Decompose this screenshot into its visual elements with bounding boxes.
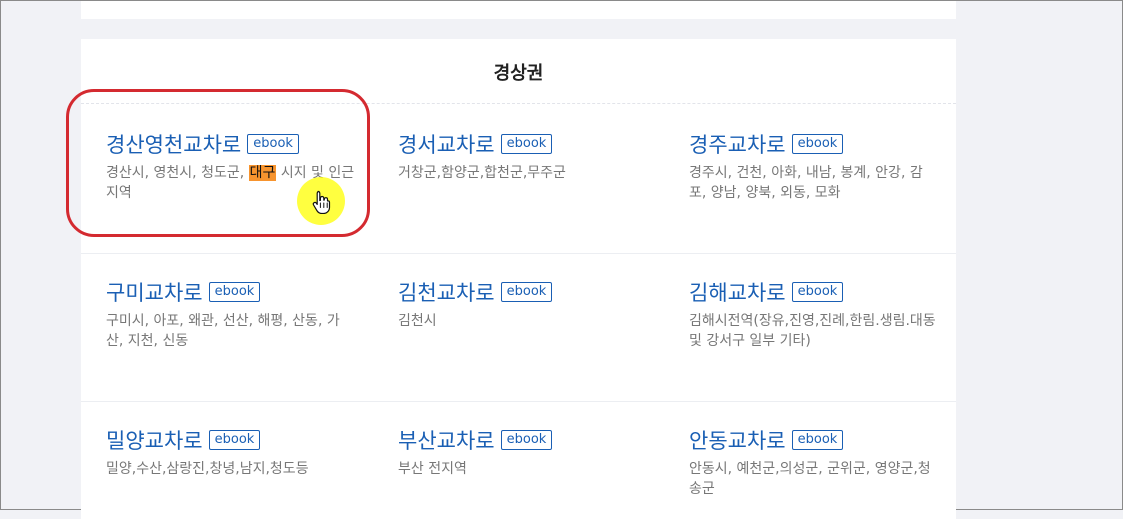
newspaper-link[interactable]: 구미교차로	[106, 277, 203, 307]
newspaper-item: 김해교차로 ebook 김해시전역(장유,진영,진례,한림.생림.대동 및 강서…	[689, 277, 939, 351]
newspaper-link[interactable]: 부산교차로	[398, 425, 495, 455]
newspaper-item: 경주교차로 ebook 경주시, 건천, 아화, 내남, 봉계, 안강, 감포,…	[689, 129, 939, 203]
divider	[81, 253, 956, 254]
newspaper-link[interactable]: 김해교차로	[689, 277, 786, 307]
previous-region-card	[81, 1, 956, 19]
coverage-area-text: 구미시, 아포, 왜관, 선산, 해평, 산동, 가산, 지천, 신동	[106, 313, 340, 349]
coverage-area-text: 부산 전지역	[398, 461, 467, 477]
ebook-button[interactable]: ebook	[791, 134, 844, 154]
coverage-area-text: 밀양,수산,삼랑진,창녕,남지,청도등	[106, 461, 309, 477]
newspaper-link[interactable]: 경서교차로	[398, 129, 495, 159]
newspaper-item: 김천교차로 ebook 김천시	[398, 277, 648, 331]
ebook-button[interactable]: ebook	[791, 430, 844, 450]
newspaper-item: 부산교차로 ebook 부산 전지역	[398, 425, 648, 479]
ebook-button[interactable]: ebook	[208, 282, 261, 302]
newspaper-item: 안동교차로 ebook 안동시, 예천군,의성군, 군위군, 영양군,청송군	[689, 425, 939, 499]
coverage-area-text: 거창군,함양군,합천군,무주군	[398, 165, 566, 181]
newspaper-link[interactable]: 밀양교차로	[106, 425, 203, 455]
newspaper-link[interactable]: 김천교차로	[398, 277, 495, 307]
ebook-button[interactable]: ebook	[791, 282, 844, 302]
newspaper-item: 구미교차로 ebook 구미시, 아포, 왜관, 선산, 해평, 산동, 가산,…	[106, 277, 356, 351]
ebook-button[interactable]: ebook	[500, 134, 553, 154]
newspaper-link[interactable]: 안동교차로	[689, 425, 786, 455]
coverage-area-text: 김해시전역(장유,진영,진례,한림.생림.대동 및 강서구 일부 기타)	[689, 313, 936, 349]
divider	[81, 401, 956, 402]
hand-pointer-icon	[312, 190, 331, 214]
newspaper-item: 경서교차로 ebook 거창군,함양군,합천군,무주군	[398, 129, 648, 183]
coverage-area-text: 안동시, 예천군,의성군, 군위군, 영양군,청송군	[689, 461, 931, 497]
coverage-area-text: 김천시	[398, 313, 437, 329]
region-title: 경상권	[493, 63, 544, 84]
ebook-button[interactable]: ebook	[500, 282, 553, 302]
ebook-button[interactable]: ebook	[500, 430, 553, 450]
coverage-area-text: 경주시, 건천, 아화, 내남, 봉계, 안강, 감포, 양남, 양북, 외동,…	[689, 165, 923, 201]
newspaper-link[interactable]: 경주교차로	[689, 129, 786, 159]
newspaper-item: 밀양교차로 ebook 밀양,수산,삼랑진,창녕,남지,청도등	[106, 425, 356, 479]
ebook-button[interactable]: ebook	[208, 430, 261, 450]
